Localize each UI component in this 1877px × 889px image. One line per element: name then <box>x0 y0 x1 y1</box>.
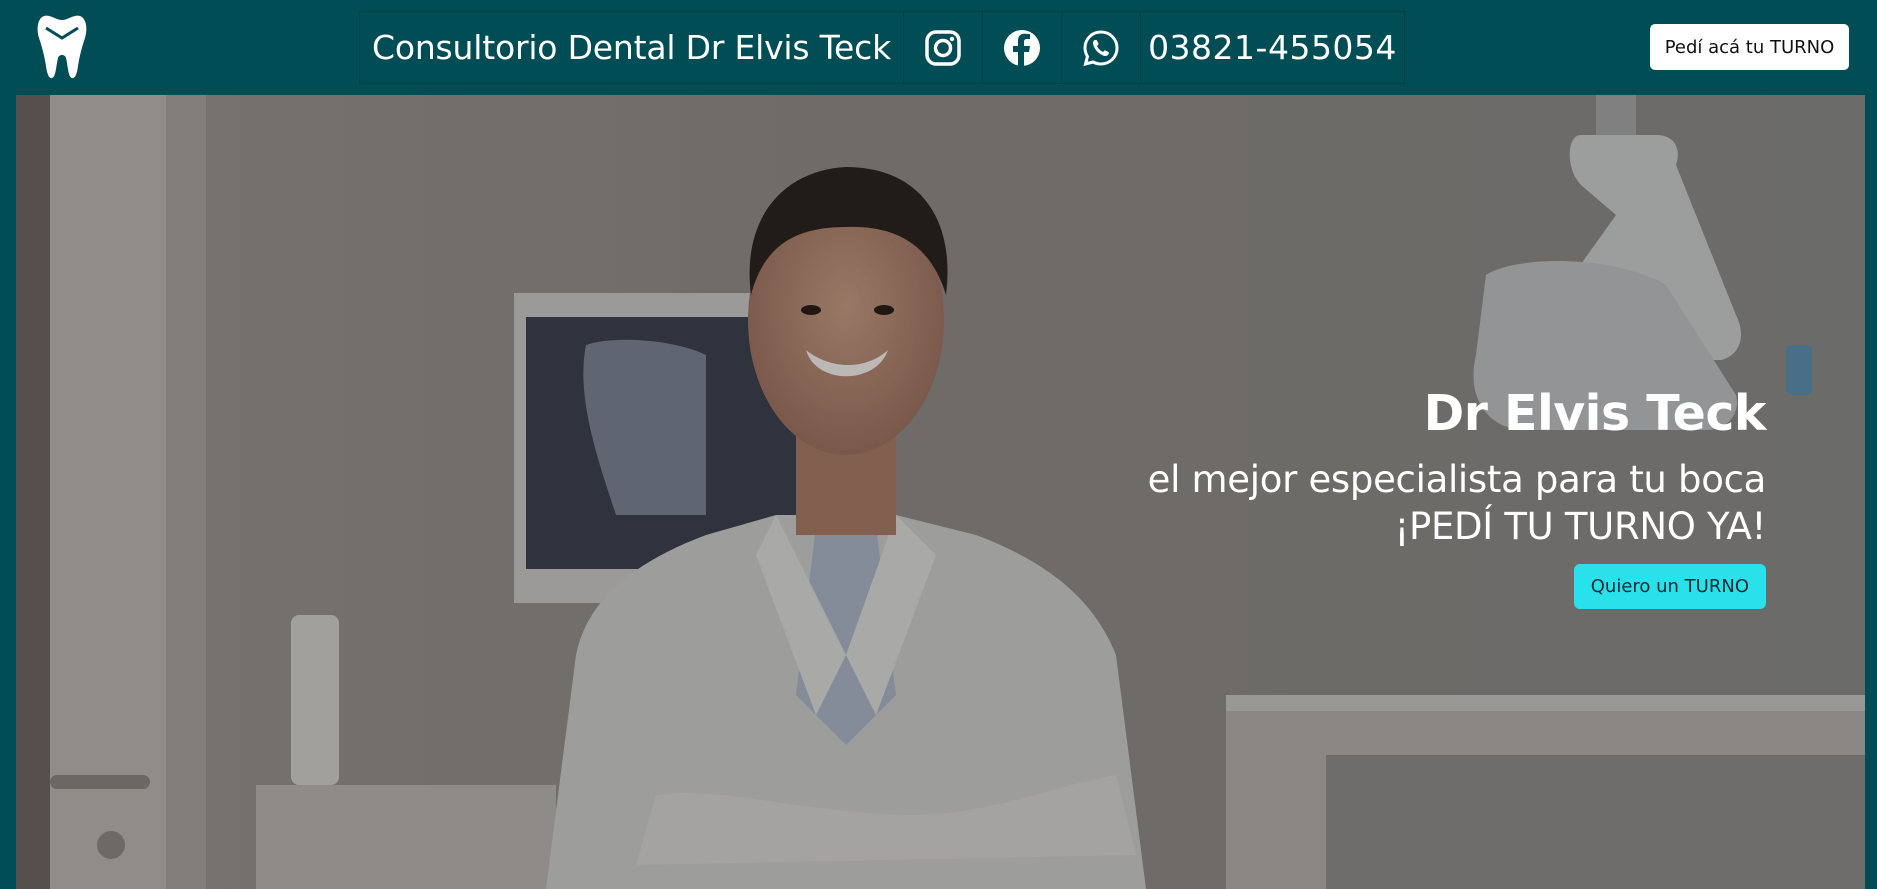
nav-info-bar: Consultorio Dental Dr Elvis Teck 03821-4… <box>359 11 1405 84</box>
site-title: Consultorio Dental Dr Elvis Teck <box>360 12 904 83</box>
hero-subtitle: el mejor especialista para tu boca <box>1147 458 1767 501</box>
facebook-icon[interactable] <box>983 12 1062 83</box>
phone-number[interactable]: 03821-455054 <box>1141 12 1404 83</box>
hero-title: Dr Elvis Teck <box>1423 385 1767 442</box>
tooth-logo-icon[interactable] <box>36 14 88 80</box>
hero-text-block: Dr Elvis Teck el mejor especialista para… <box>1147 385 1767 609</box>
whatsapp-icon[interactable] <box>1062 12 1141 83</box>
hero-tagline: ¡PEDÍ TU TURNO YA! <box>1394 505 1766 548</box>
hero-section: Dr Elvis Teck el mejor especialista para… <box>16 95 1865 889</box>
book-appointment-hero-button[interactable]: Quiero un TURNO <box>1573 564 1766 609</box>
book-appointment-nav-button[interactable]: Pedí acá tu TURNO <box>1650 24 1849 70</box>
instagram-icon[interactable] <box>904 12 983 83</box>
navbar: Consultorio Dental Dr Elvis Teck 03821-4… <box>0 0 1877 95</box>
